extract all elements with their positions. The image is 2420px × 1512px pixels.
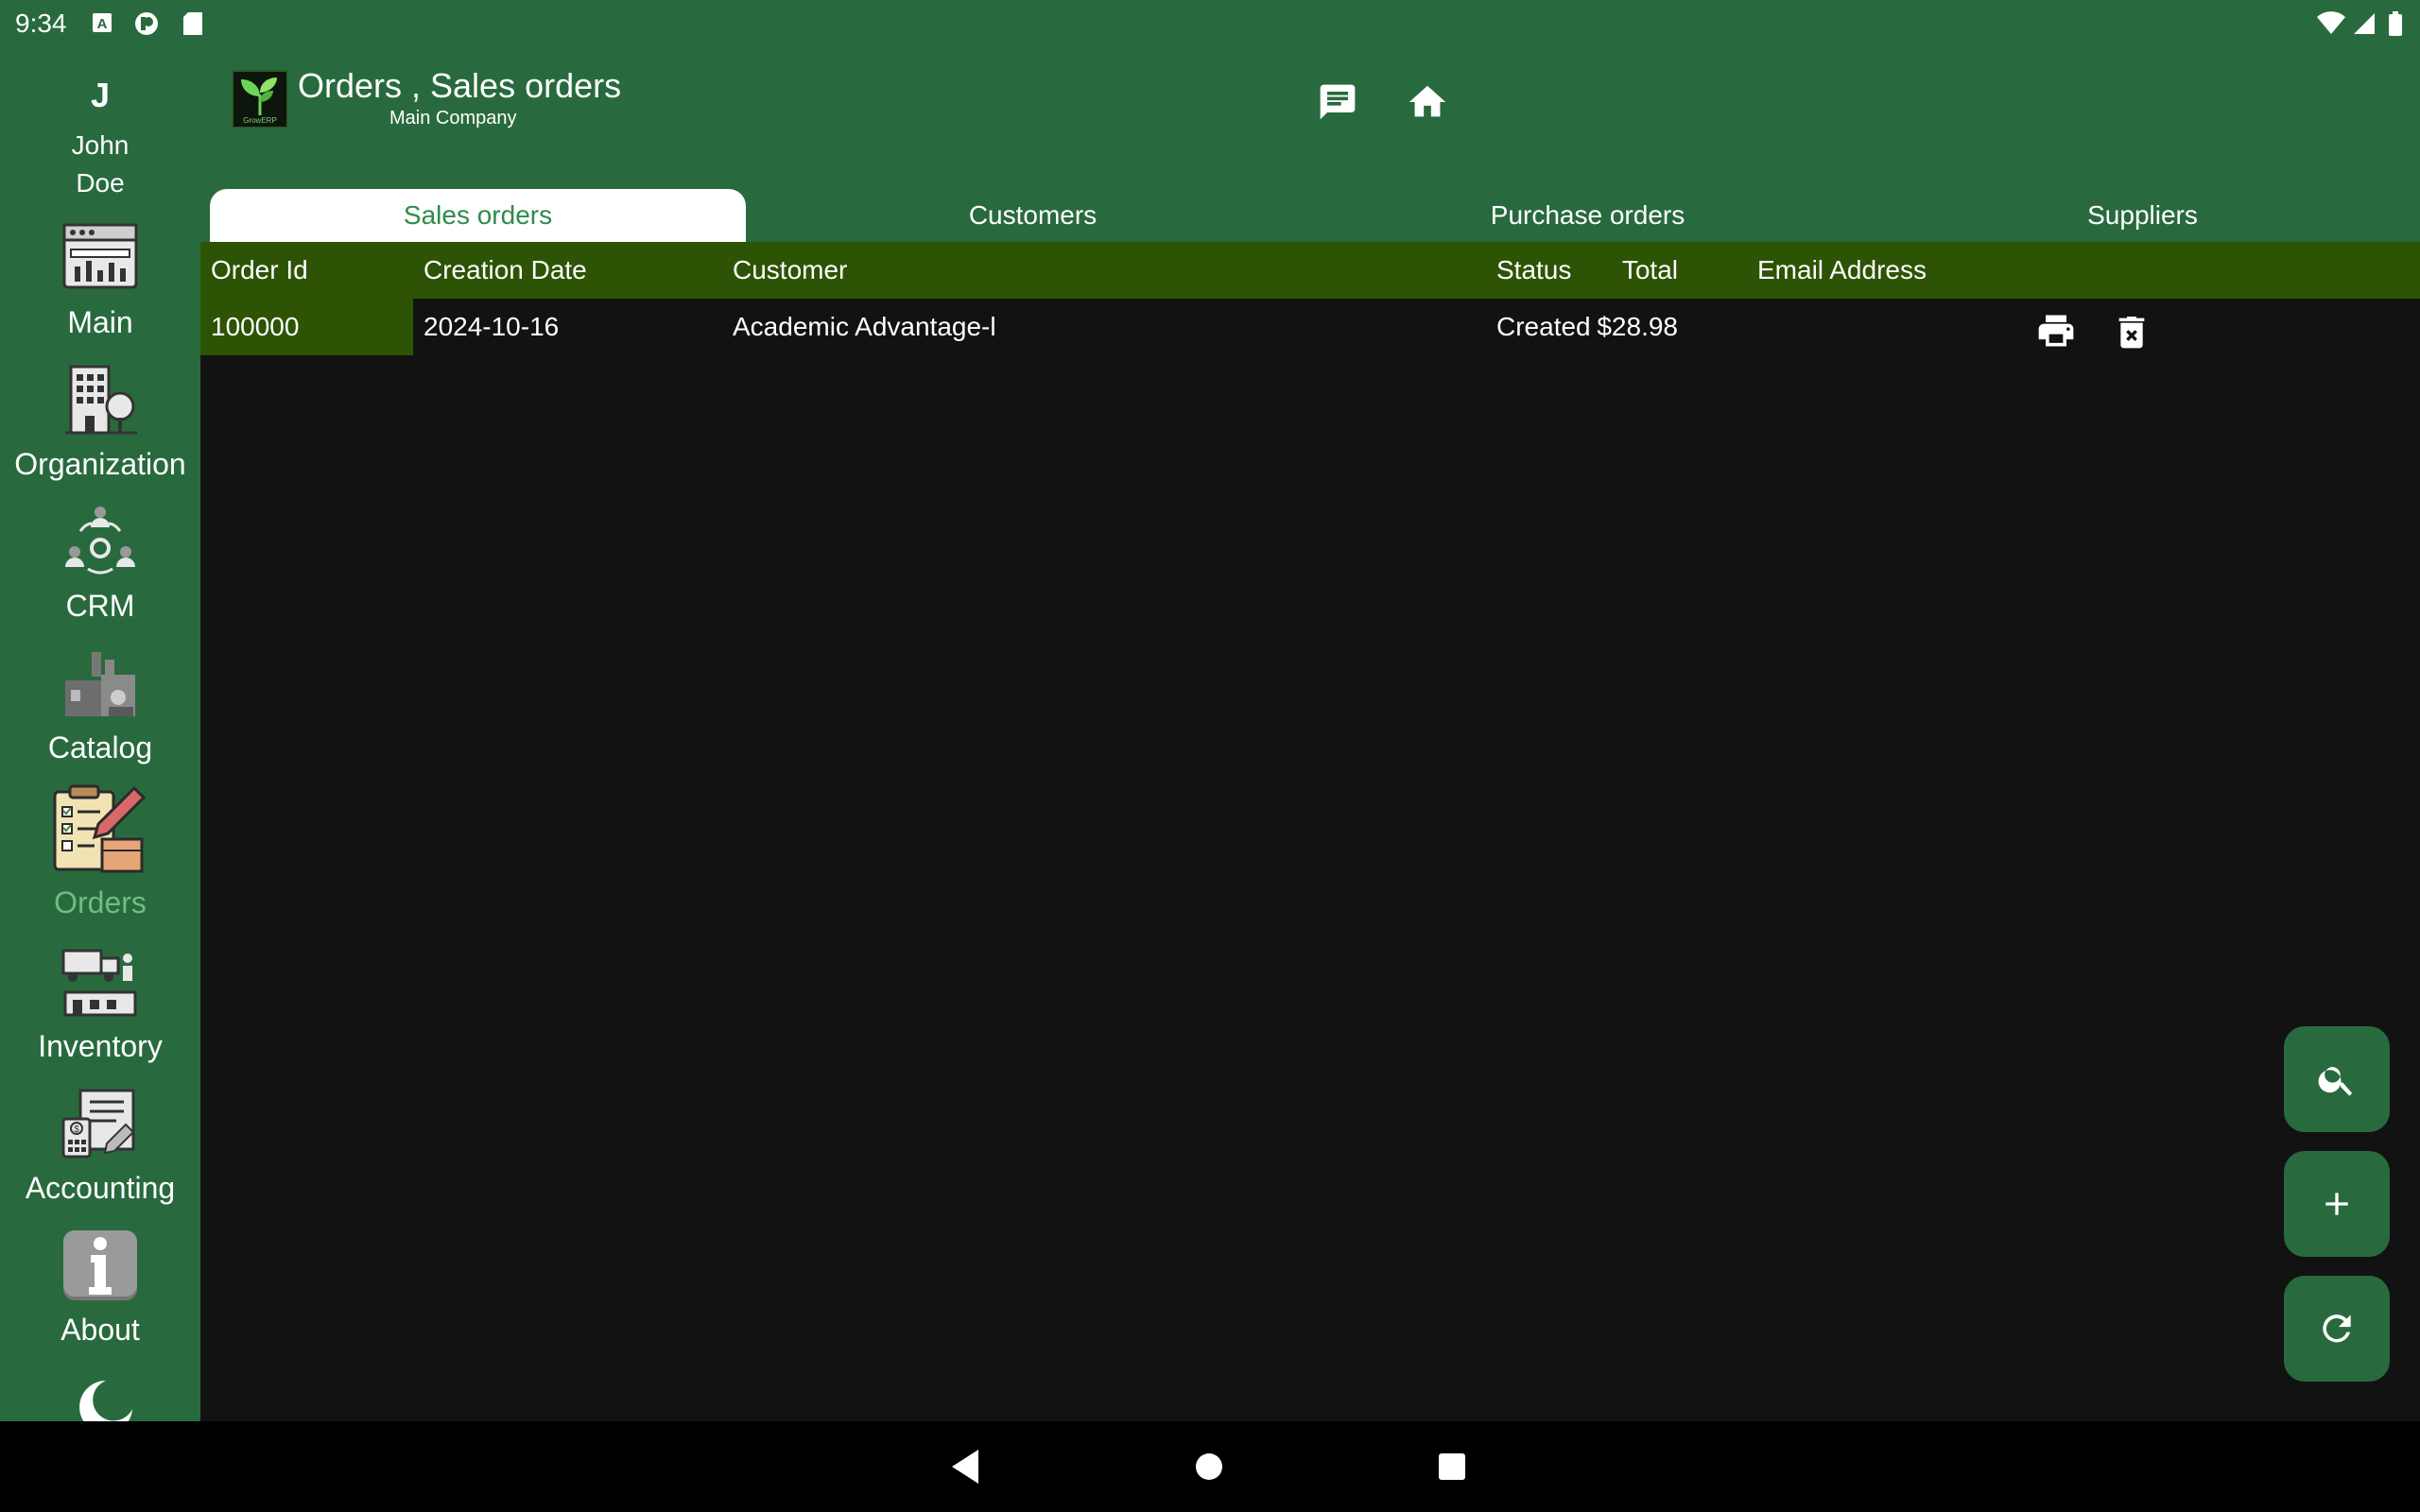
- clipboard-pencil-icon: [53, 784, 147, 873]
- tab-customers[interactable]: Customers: [755, 189, 1310, 242]
- nav-item-inventory[interactable]: Inventory: [0, 945, 200, 1064]
- nav-item-accounting[interactable]: $ Accounting: [0, 1087, 200, 1206]
- column-header-status[interactable]: Status: [1496, 255, 1571, 285]
- tab-suppliers[interactable]: Suppliers: [1865, 189, 2420, 242]
- notification-a-icon: A: [93, 13, 112, 32]
- dashboard-icon: [62, 223, 138, 289]
- cell-creation-date: 2024-10-16: [424, 312, 560, 341]
- factory-icon: [65, 652, 135, 716]
- column-header-order-id[interactable]: Order Id: [211, 255, 308, 285]
- svg-text:A: A: [97, 16, 108, 32]
- avatar-initial[interactable]: J: [0, 76, 200, 115]
- logo-text: GrowERP: [243, 116, 277, 125]
- company-logo: GrowERP: [232, 70, 288, 129]
- home-icon: [1409, 85, 1446, 117]
- tab-sales-orders[interactable]: Sales orders: [200, 189, 755, 242]
- column-header-creation-date[interactable]: Creation Date: [424, 255, 587, 285]
- print-button[interactable]: [2035, 310, 2077, 352]
- refresh-icon: [2323, 1314, 2351, 1343]
- search-button[interactable]: [2284, 1026, 2390, 1132]
- status-bar: 9:34 A: [0, 0, 2420, 47]
- cell-order-id: 100000: [211, 312, 300, 341]
- tab-label: Customers: [968, 200, 1098, 230]
- company-name: Main Company: [389, 108, 517, 129]
- delete-icon: [2118, 317, 2145, 349]
- nav-item-orders[interactable]: Orders: [0, 784, 200, 920]
- tab-label: Suppliers: [2087, 200, 2198, 230]
- nav-label-inventory: Inventory: [38, 1029, 163, 1063]
- system-navigation-bar: [0, 1421, 2420, 1512]
- nav-item-main[interactable]: Main: [0, 221, 200, 340]
- user-first-name: John: [71, 130, 130, 160]
- svg-text:$: $: [74, 1125, 79, 1135]
- warehouse-truck-icon: [61, 949, 137, 1017]
- search-icon: [2318, 1067, 2353, 1096]
- nav-item-about[interactable]: About: [0, 1228, 200, 1348]
- cell-total: $28.98: [1597, 312, 1678, 341]
- sd-card-icon: [183, 12, 202, 35]
- navigation-rail: J John Doe Main Organization CRM Catalog…: [0, 47, 200, 1422]
- table-row[interactable]: 100000 2024-10-16 Academic Advantage-l $…: [200, 299, 2420, 355]
- cell-status: Created: [1496, 312, 1591, 341]
- wifi-icon: [2317, 11, 2345, 35]
- info-icon: [63, 1230, 137, 1300]
- back-icon[interactable]: [950, 1448, 982, 1486]
- chat-icon: [1320, 84, 1356, 120]
- nav-label-orders: Orders: [54, 885, 147, 919]
- tab-bar: Sales orders Customers Purchase orders S…: [200, 189, 2420, 242]
- table-header: Order Id Creation Date Customer Total St…: [200, 242, 2420, 299]
- home-nav-icon[interactable]: [1194, 1452, 1224, 1482]
- nav-label-accounting: Accounting: [25, 1171, 176, 1205]
- refresh-button[interactable]: [2284, 1276, 2390, 1382]
- cell-customer: Academic Advantage-l: [733, 312, 996, 341]
- signal-icon: [2354, 13, 2375, 34]
- tab-purchase-orders[interactable]: Purchase orders: [1310, 189, 1865, 242]
- column-header-email[interactable]: Email Address: [1757, 255, 1927, 285]
- people-network-icon: [65, 507, 135, 575]
- column-header-customer[interactable]: Customer: [733, 255, 847, 285]
- plus-icon: [2325, 1193, 2348, 1215]
- nav-item-crm[interactable]: CRM: [0, 505, 200, 624]
- nav-label-organization: Organization: [14, 447, 186, 481]
- status-time: 9:34: [15, 9, 67, 38]
- battery-icon: [2389, 11, 2402, 36]
- notification-app-icon: [135, 12, 158, 35]
- user-name[interactable]: John Doe: [0, 127, 200, 202]
- sprout-icon: [241, 77, 277, 115]
- recents-icon[interactable]: [1437, 1452, 1467, 1482]
- building-icon: [65, 365, 137, 435]
- app-bar: GrowERP Orders , Sales orders Main Compa…: [200, 47, 2420, 189]
- user-last-name: Doe: [76, 168, 125, 198]
- nav-label-catalog: Catalog: [47, 730, 153, 765]
- home-button[interactable]: [1399, 74, 1456, 130]
- invoice-calculator-icon: $: [61, 1089, 135, 1159]
- nav-item-catalog[interactable]: Catalog: [0, 646, 200, 765]
- nav-label-about: About: [60, 1313, 140, 1347]
- tab-label: Sales orders: [403, 200, 553, 230]
- nav-label-main: Main: [67, 305, 133, 339]
- nav-label-crm: CRM: [65, 589, 135, 623]
- column-header-total[interactable]: Total: [1622, 255, 1678, 285]
- chat-button[interactable]: [1309, 74, 1366, 130]
- nav-item-organization[interactable]: Organization: [0, 363, 200, 482]
- print-icon: [2038, 315, 2074, 347]
- page-title: Orders , Sales orders: [298, 66, 622, 105]
- tab-label: Purchase orders: [1490, 200, 1685, 230]
- cancel-order-button[interactable]: [2111, 310, 2152, 352]
- dark-mode-toggle-icon[interactable]: [68, 1375, 136, 1422]
- add-order-button[interactable]: [2284, 1151, 2390, 1257]
